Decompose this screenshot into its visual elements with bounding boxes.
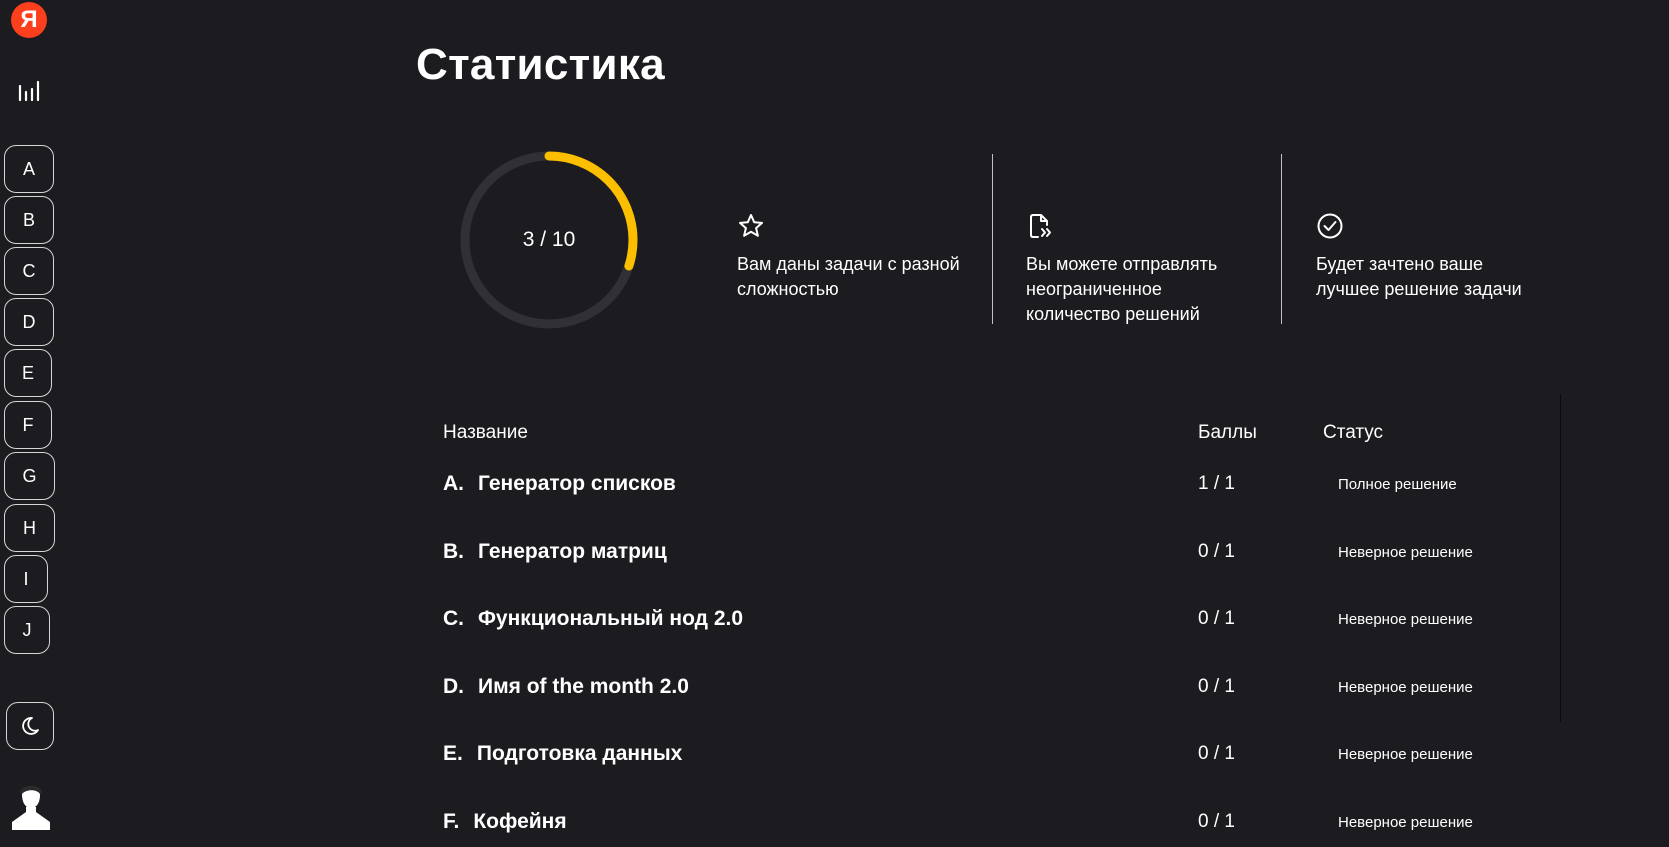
divider [1281,154,1282,324]
task-name: Подготовка данных [476,742,683,765]
task-button-b[interactable]: B [4,196,54,244]
task-button-label: B [22,209,35,230]
task-button-label: J [22,619,32,640]
task-letter: E. [443,742,463,765]
task-button-g[interactable]: G [4,452,55,500]
task-button-d[interactable]: D [4,298,54,346]
statistics-page: Я A B C D E F G H I J Статистика 3 / 10 … [0,0,1669,847]
info-text: Будет зачтено ваше лучшее решение задачи [1316,254,1522,299]
info-block-submissions: Вы можете отправлять неограниченное коли… [1026,212,1261,327]
task-button-h[interactable]: H [4,504,55,552]
task-button-label: F [22,414,34,435]
task-name-link[interactable]: C. Функциональный нод 2.0 [443,607,743,631]
task-status: Неверное решение [1338,814,1473,831]
task-name: Имя of the month 2.0 [478,675,689,698]
task-score: 0 / 1 [1198,608,1235,629]
moon-icon [22,717,39,735]
task-score: 0 / 1 [1198,743,1235,764]
bar-chart-icon [18,80,40,102]
statistics-link[interactable] [16,78,42,104]
info-block-best-solution: Будет зачтено ваше лучшее решение задачи [1316,212,1551,302]
page-title: Статистика [416,40,665,89]
task-letter: B. [443,540,464,563]
task-name-link[interactable]: E. Подготовка данных [443,742,682,766]
task-name: Функциональный нод 2.0 [478,607,744,630]
task-name-link[interactable]: A. Генератор списков [443,472,676,496]
task-letter: A. [443,472,464,495]
task-name: Кофейня [473,810,567,833]
divider [992,154,993,324]
yandex-logo[interactable]: Я [11,2,47,38]
star-icon [739,214,763,237]
task-button-label: E [21,362,34,383]
task-name-link[interactable]: D. Имя of the month 2.0 [443,675,689,699]
check-circle-icon [1317,213,1343,239]
task-status: Полное решение [1338,476,1457,493]
task-button-i[interactable]: I [4,555,48,603]
task-button-label: D [22,311,36,332]
task-button-label: G [22,465,37,486]
file-send-icon [1030,214,1051,238]
task-button-f[interactable]: F [4,401,52,449]
logo-letter: Я [20,6,38,33]
task-button-label: H [23,517,36,538]
task-letter: C. [443,607,464,630]
task-name-link[interactable]: B. Генератор матриц [443,540,667,564]
table-scroll-edge [1560,394,1561,722]
task-score: 0 / 1 [1198,676,1235,697]
task-button-c[interactable]: C [4,247,54,295]
user-avatar-icon [12,785,50,830]
info-block-difficulty: Вам даны задачи с разной сложностью [737,212,972,302]
user-avatar[interactable] [6,780,56,830]
task-score: 0 / 1 [1198,541,1235,562]
sidebar: Я A B C D E F G H I J [0,0,62,847]
task-status: Неверное решение [1338,544,1473,561]
task-button-label: C [22,260,36,281]
progress-label: 3 / 10 [522,228,576,251]
task-letter: D. [443,675,464,698]
task-button-a[interactable]: A [4,145,54,193]
task-name-link[interactable]: F. Кофейня [443,810,567,834]
task-letter: F. [443,810,460,833]
task-button-label: I [23,568,29,589]
task-status: Неверное решение [1338,746,1473,763]
task-button-label: A [22,158,35,179]
task-button-e[interactable]: E [4,349,52,397]
task-status: Неверное решение [1338,679,1473,696]
task-button-j[interactable]: J [4,606,50,654]
theme-toggle-button[interactable] [6,702,54,750]
task-name: Генератор матриц [478,540,667,563]
task-score: 0 / 1 [1198,811,1235,832]
info-text: Вам даны задачи с разной сложностью [737,254,960,299]
task-status: Неверное решение [1338,611,1473,628]
task-name: Генератор списков [478,472,676,495]
table-header-status: Статус [1323,422,1384,443]
table-header-score: Баллы [1198,422,1257,443]
table-header-name: Название [443,422,528,443]
info-text: Вы можете отправлять неограниченное коли… [1026,254,1218,324]
task-score: 1 / 1 [1198,473,1235,494]
